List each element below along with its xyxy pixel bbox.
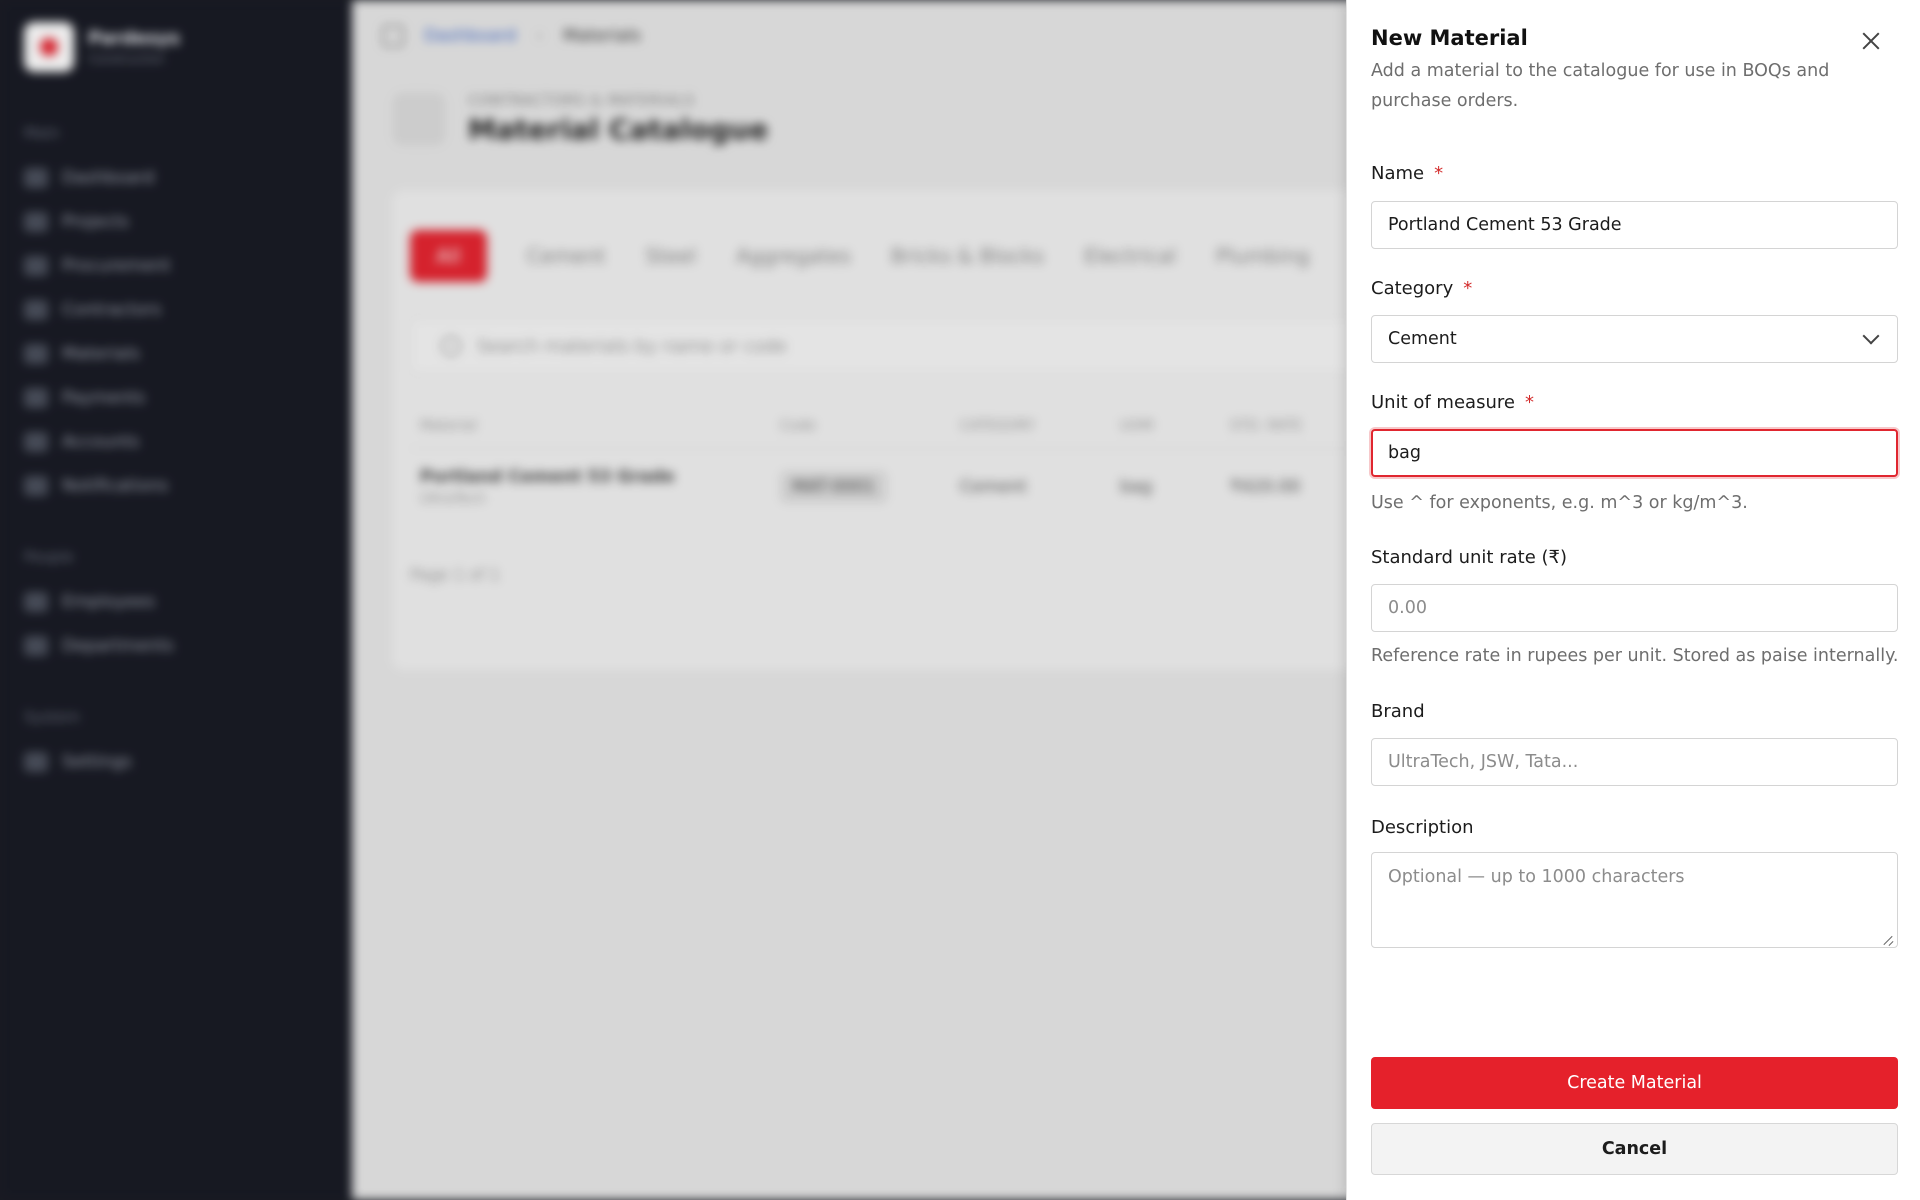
rate-input[interactable] [1371, 584, 1898, 632]
brand-label: Brand [1371, 701, 1425, 722]
required-marker: * [1434, 163, 1444, 184]
uom-input[interactable] [1371, 429, 1898, 477]
category-select[interactable]: Cement [1371, 315, 1898, 363]
rate-help-text: Reference rate in rupees per unit. Store… [1371, 646, 1899, 666]
uom-label: Unit of measure * [1371, 392, 1534, 413]
category-label: Category * [1371, 278, 1473, 299]
required-marker: * [1463, 278, 1473, 299]
drawer-description: Add a material to the catalogue for use … [1371, 61, 1830, 111]
chevron-down-icon [1862, 327, 1880, 345]
close-icon[interactable] [1858, 28, 1884, 54]
description-textarea[interactable] [1371, 852, 1898, 948]
name-label: Name * [1371, 163, 1444, 184]
rate-label: Standard unit rate (₹) [1371, 547, 1567, 568]
drawer-title: New Material [1371, 26, 1528, 50]
cancel-button[interactable]: Cancel [1371, 1123, 1898, 1175]
description-label: Description [1371, 817, 1474, 838]
brand-input[interactable] [1371, 738, 1898, 786]
name-input[interactable] [1371, 201, 1898, 249]
new-material-drawer: New Material Add a material to the catal… [1346, 0, 1920, 1200]
uom-help-text: Use ^ for exponents, e.g. m^3 or kg/m^3. [1371, 493, 1748, 513]
category-value: Cement [1388, 329, 1457, 349]
required-marker: * [1524, 392, 1534, 413]
resize-grip-icon[interactable] [1881, 934, 1893, 946]
create-material-button[interactable]: Create Material [1371, 1057, 1898, 1109]
